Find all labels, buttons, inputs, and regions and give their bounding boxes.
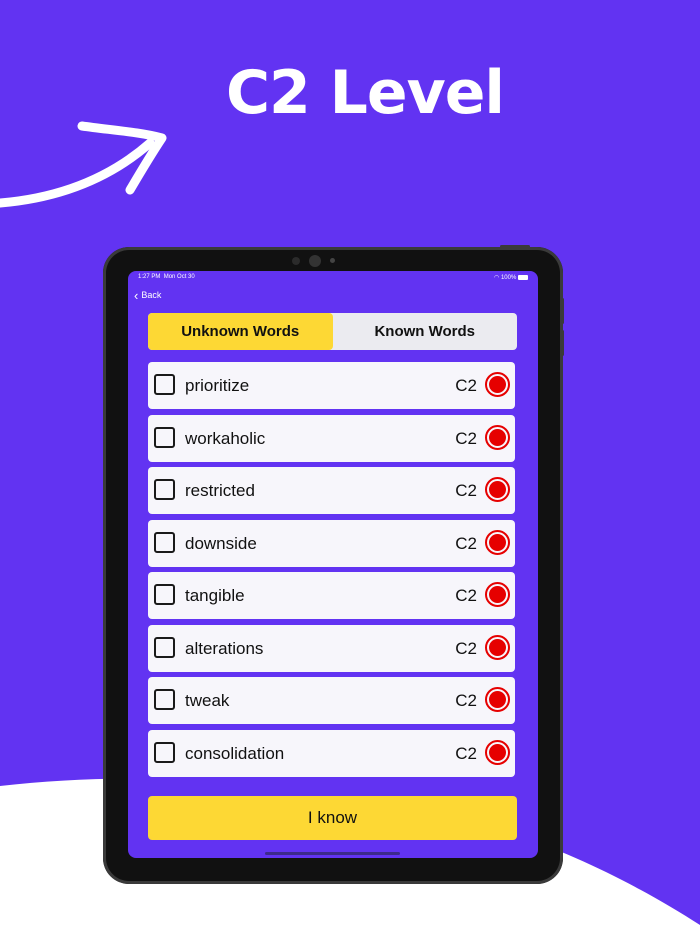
sensor-icon bbox=[330, 258, 335, 263]
tab-known-words[interactable]: Known Words bbox=[333, 313, 518, 350]
wifi-icon: ◠ bbox=[494, 275, 500, 281]
list-item[interactable]: alterations C2 bbox=[148, 624, 515, 672]
back-button[interactable]: ‹ Back bbox=[134, 287, 162, 303]
camera-lens-icon bbox=[309, 255, 321, 267]
checkbox[interactable] bbox=[154, 636, 175, 658]
word-label: tangible bbox=[185, 586, 245, 605]
arrow-decoration-icon bbox=[0, 121, 167, 208]
level-label: C2 bbox=[455, 586, 477, 605]
checkbox[interactable] bbox=[154, 426, 175, 448]
checkbox[interactable] bbox=[154, 374, 175, 395]
checkbox[interactable] bbox=[154, 689, 175, 710]
word-label: downside bbox=[185, 533, 257, 553]
home-indicator bbox=[265, 852, 400, 855]
record-icon[interactable] bbox=[485, 372, 510, 397]
list-item[interactable]: prioritize C2 bbox=[148, 362, 515, 409]
status-time: 1:27 PM bbox=[138, 274, 161, 280]
list-item[interactable]: tweak C2 bbox=[148, 677, 515, 724]
volume-button bbox=[561, 330, 564, 356]
volume-button bbox=[561, 298, 564, 324]
word-label: tweak bbox=[185, 691, 230, 710]
record-icon[interactable] bbox=[485, 634, 510, 660]
record-icon[interactable] bbox=[485, 529, 510, 555]
status-time-date: 1:27 PM Mon Oct 30 bbox=[138, 274, 195, 280]
level-label: C2 bbox=[455, 691, 477, 710]
word-label: alterations bbox=[185, 638, 264, 658]
list-item[interactable]: downside C2 bbox=[148, 519, 515, 567]
word-label: restricted bbox=[185, 481, 255, 500]
word-list: prioritize C2 workaholic C2 restricted C… bbox=[148, 362, 517, 782]
level-label: C2 bbox=[455, 638, 477, 658]
status-bar: 1:27 PM Mon Oct 30 ◠ 100% bbox=[128, 271, 538, 283]
checkbox[interactable] bbox=[154, 531, 175, 553]
level-label: C2 bbox=[455, 481, 477, 500]
record-icon[interactable] bbox=[485, 582, 510, 607]
back-label: Back bbox=[141, 290, 162, 300]
word-label: workaholic bbox=[185, 428, 266, 448]
checkbox[interactable] bbox=[154, 741, 175, 763]
battery-level: 100% bbox=[500, 275, 517, 281]
level-label: C2 bbox=[455, 376, 477, 395]
word-label: prioritize bbox=[185, 376, 250, 395]
record-icon[interactable] bbox=[485, 424, 510, 450]
status-date: Mon Oct 30 bbox=[163, 274, 195, 280]
chevron-left-icon: ‹ bbox=[134, 287, 139, 303]
battery-icon bbox=[518, 274, 528, 280]
tab-unknown-words[interactable]: Unknown Words bbox=[148, 313, 333, 350]
level-label: C2 bbox=[455, 428, 477, 448]
record-icon[interactable] bbox=[485, 687, 510, 712]
record-icon[interactable] bbox=[485, 477, 510, 502]
top-button bbox=[500, 245, 530, 248]
checkbox[interactable] bbox=[154, 584, 175, 605]
level-label: C2 bbox=[455, 743, 477, 763]
segmented-control: Unknown Words Known Words bbox=[148, 313, 517, 350]
list-item[interactable]: consolidation C2 bbox=[148, 729, 515, 777]
checkbox[interactable] bbox=[154, 479, 175, 500]
list-item[interactable]: tangible C2 bbox=[148, 572, 515, 619]
list-item[interactable]: restricted C2 bbox=[148, 467, 515, 514]
app-screen: 1:27 PM Mon Oct 30 ◠ 100% ‹ Back Unknown… bbox=[128, 271, 538, 858]
record-icon[interactable] bbox=[485, 739, 510, 765]
list-item[interactable]: workaholic C2 bbox=[148, 414, 515, 462]
level-label: C2 bbox=[455, 533, 477, 553]
camera-icon bbox=[292, 257, 300, 265]
i-know-button[interactable]: I know bbox=[148, 796, 517, 840]
word-label: consolidation bbox=[185, 743, 285, 763]
status-right: ◠ 100% bbox=[494, 274, 528, 281]
